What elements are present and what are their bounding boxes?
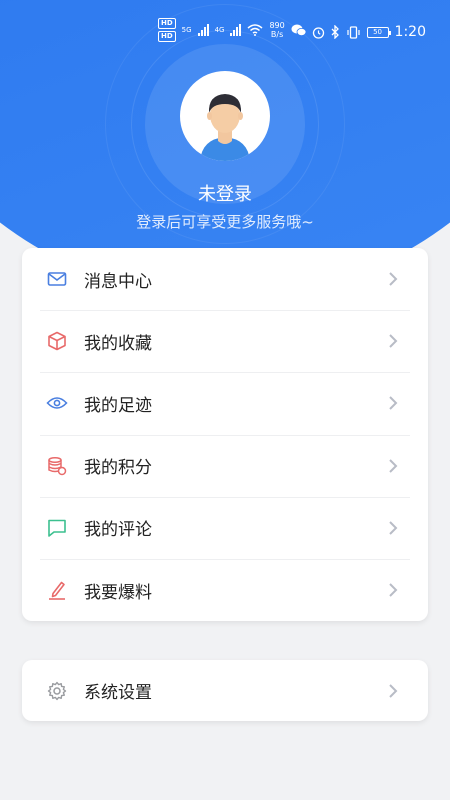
alarm-icon: [312, 26, 324, 39]
eye-icon: [46, 392, 68, 414]
user-avatar-icon: [200, 94, 250, 161]
menu-item-label: 我的收藏: [84, 333, 152, 354]
menu-item-points[interactable]: 我的积分: [22, 434, 428, 497]
menu-item-label: 我要爆料: [84, 582, 152, 603]
signal-icon: [197, 24, 209, 36]
status-bar-right: 50 1:20: [312, 24, 426, 40]
username[interactable]: 未登录: [0, 180, 450, 206]
net-speed: 890 B/s: [269, 21, 285, 39]
wechat-icon: [291, 24, 307, 36]
status-bar: HD HD 5G 4G 890 B/s 50 1:20: [0, 0, 450, 60]
chevron-right-icon: [389, 683, 398, 698]
menu-item-label: 系统设置: [84, 683, 152, 703]
gear-icon: [46, 680, 68, 702]
chevron-right-icon: [389, 458, 398, 473]
edit-icon: [46, 579, 68, 601]
status-bar-left: HD HD 5G 4G 890 B/s: [158, 18, 307, 42]
wifi-icon: [247, 24, 263, 36]
coins-icon: [46, 455, 68, 477]
chevron-right-icon: [389, 396, 398, 411]
settings-card: 系统设置: [22, 660, 428, 721]
menu-item-messages[interactable]: 消息中心: [22, 248, 428, 310]
login-hint: 登录后可享受更多服务哦~: [136, 213, 314, 231]
menu-card: 消息中心 我的收藏 我的足迹 我的积分 我的评论 我要爆料: [22, 248, 428, 621]
chevron-right-icon: [389, 521, 398, 535]
clock: 1:20: [394, 24, 426, 40]
comment-icon: [46, 517, 68, 539]
vibrate-icon: [346, 25, 360, 39]
hd-badge: HD: [158, 31, 176, 42]
menu-item-favorites[interactable]: 我的收藏: [22, 310, 428, 372]
battery-icon: 50: [366, 26, 391, 38]
menu-item-settings[interactable]: 系统设置: [22, 660, 428, 721]
network-type: 4G: [214, 26, 225, 34]
avatar[interactable]: [180, 71, 270, 161]
menu-item-history[interactable]: 我的足迹: [22, 372, 428, 434]
box-icon: [46, 330, 68, 352]
chevron-right-icon: [389, 334, 398, 348]
menu-item-comments[interactable]: 我的评论: [22, 496, 428, 559]
chevron-right-icon: [389, 272, 398, 286]
menu-item-label: 我的评论: [84, 520, 152, 541]
menu-item-label: 消息中心: [84, 271, 152, 292]
mail-icon: [46, 268, 68, 290]
bluetooth-icon: [331, 25, 339, 39]
chevron-right-icon: [389, 583, 398, 597]
menu-item-label: 我的足迹: [84, 395, 152, 416]
menu-item-submit-tip[interactable]: 我要爆料: [22, 558, 428, 621]
menu-item-label: 我的积分: [84, 458, 152, 479]
network-type: 5G: [181, 26, 192, 34]
signal-icon: [230, 24, 242, 36]
hd-badge: HD: [158, 18, 176, 29]
